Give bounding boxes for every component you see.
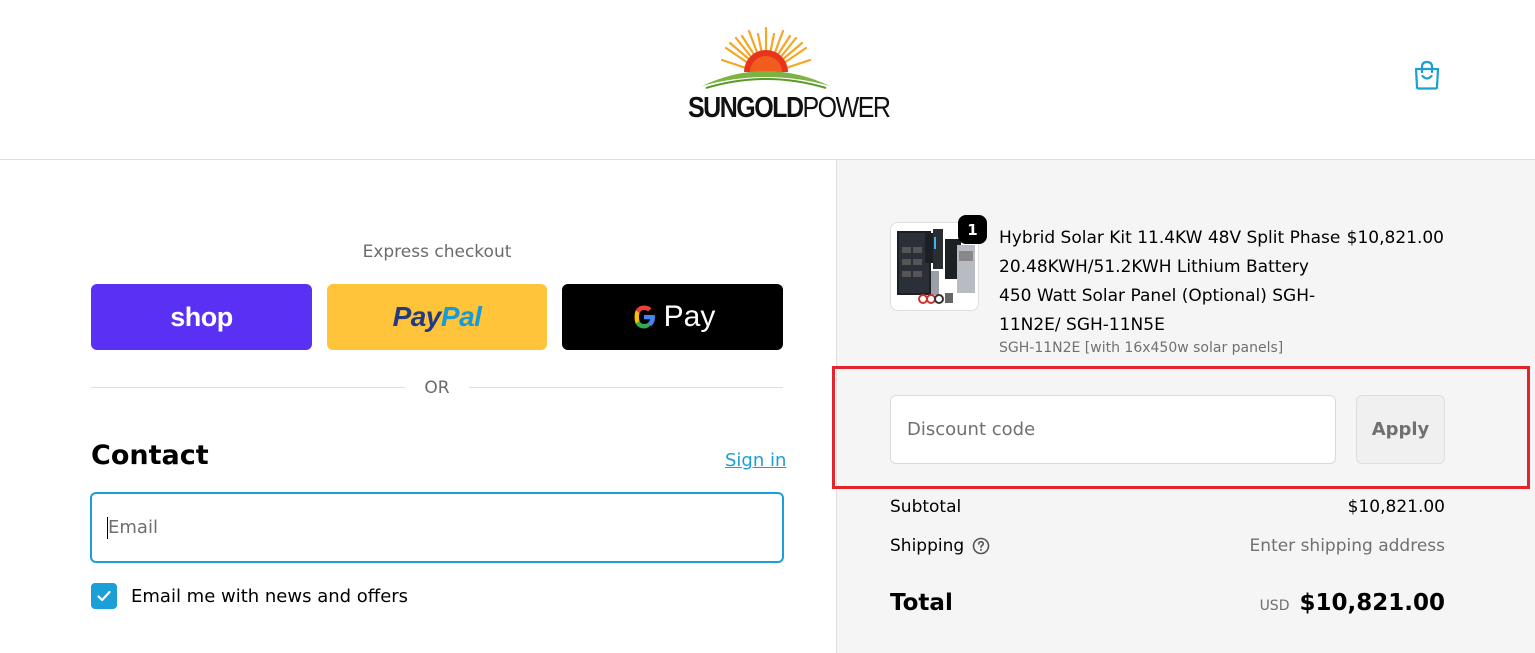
express-checkout-label: Express checkout (362, 242, 512, 262)
or-label: OR (424, 378, 450, 398)
email-field[interactable] (90, 492, 784, 563)
apply-discount-button[interactable]: Apply (1356, 395, 1445, 464)
header: SUNGOLDPOWER (0, 0, 1535, 160)
total-amount-group: USD $10,821.00 (1260, 590, 1445, 616)
cart-button[interactable] (1410, 58, 1444, 92)
text-caret (107, 517, 108, 539)
subtotal-label: Subtotal (890, 497, 962, 517)
product-variant: SGH-11N2E [with 16x450w solar panels] (999, 340, 1284, 356)
shop-pay-label: shop (170, 301, 233, 332)
logo-wordmark: SUNGOLDPOWER (688, 91, 891, 125)
order-summary: 1 Hybrid Solar Kit 11.4KW 48V Split Phas… (836, 160, 1535, 653)
checkout-main: Express checkout shop Pay Pal Pay OR Cont… (0, 160, 836, 653)
paypal-button[interactable]: Pay Pal (327, 284, 547, 350)
sungold-power-logo[interactable]: SUNGOLDPOWER (688, 26, 891, 128)
subtotal-row: Subtotal $10,821.00 (890, 497, 1445, 517)
contact-heading: Contact (91, 440, 209, 471)
checkmark-icon (97, 590, 111, 602)
shipping-value: Enter shipping address (1249, 536, 1445, 556)
newsletter-label: Email me with news and offers (131, 585, 409, 607)
product-title: Hybrid Solar Kit 11.4KW 48V Split Phase … (999, 228, 1341, 335)
discount-code-field[interactable] (890, 395, 1336, 464)
divider-line-right (469, 387, 783, 388)
sign-in-link[interactable]: Sign in (725, 450, 786, 471)
currency-code: USD (1259, 598, 1290, 614)
help-icon[interactable] (972, 537, 990, 555)
shopping-bag-icon (1414, 60, 1440, 90)
newsletter-checkbox[interactable] (91, 583, 117, 609)
quantity-badge: 1 (958, 215, 987, 244)
subtotal-value: $10,821.00 (1347, 497, 1445, 517)
google-pay-button[interactable]: Pay (562, 284, 783, 350)
shipping-label-group: Shipping (890, 536, 990, 556)
product-price: $10,821.00 (1346, 228, 1444, 248)
paypal-label-pay: Pay (392, 301, 442, 332)
total-value: $10,821.00 (1299, 590, 1445, 616)
newsletter-option[interactable]: Email me with news and offers (91, 583, 408, 609)
total-label: Total (890, 590, 953, 616)
paypal-label-pal: Pal (440, 301, 482, 332)
shop-pay-button[interactable]: shop (91, 284, 312, 350)
shipping-row: Shipping Enter shipping address (890, 536, 1445, 556)
shipping-label: Shipping (890, 536, 965, 556)
google-pay-label: Pay (663, 300, 716, 333)
or-divider: OR (91, 376, 783, 400)
total-row: Total USD $10,821.00 (890, 590, 1445, 616)
sun-logo-icon (702, 26, 830, 89)
google-g-icon (634, 305, 655, 329)
